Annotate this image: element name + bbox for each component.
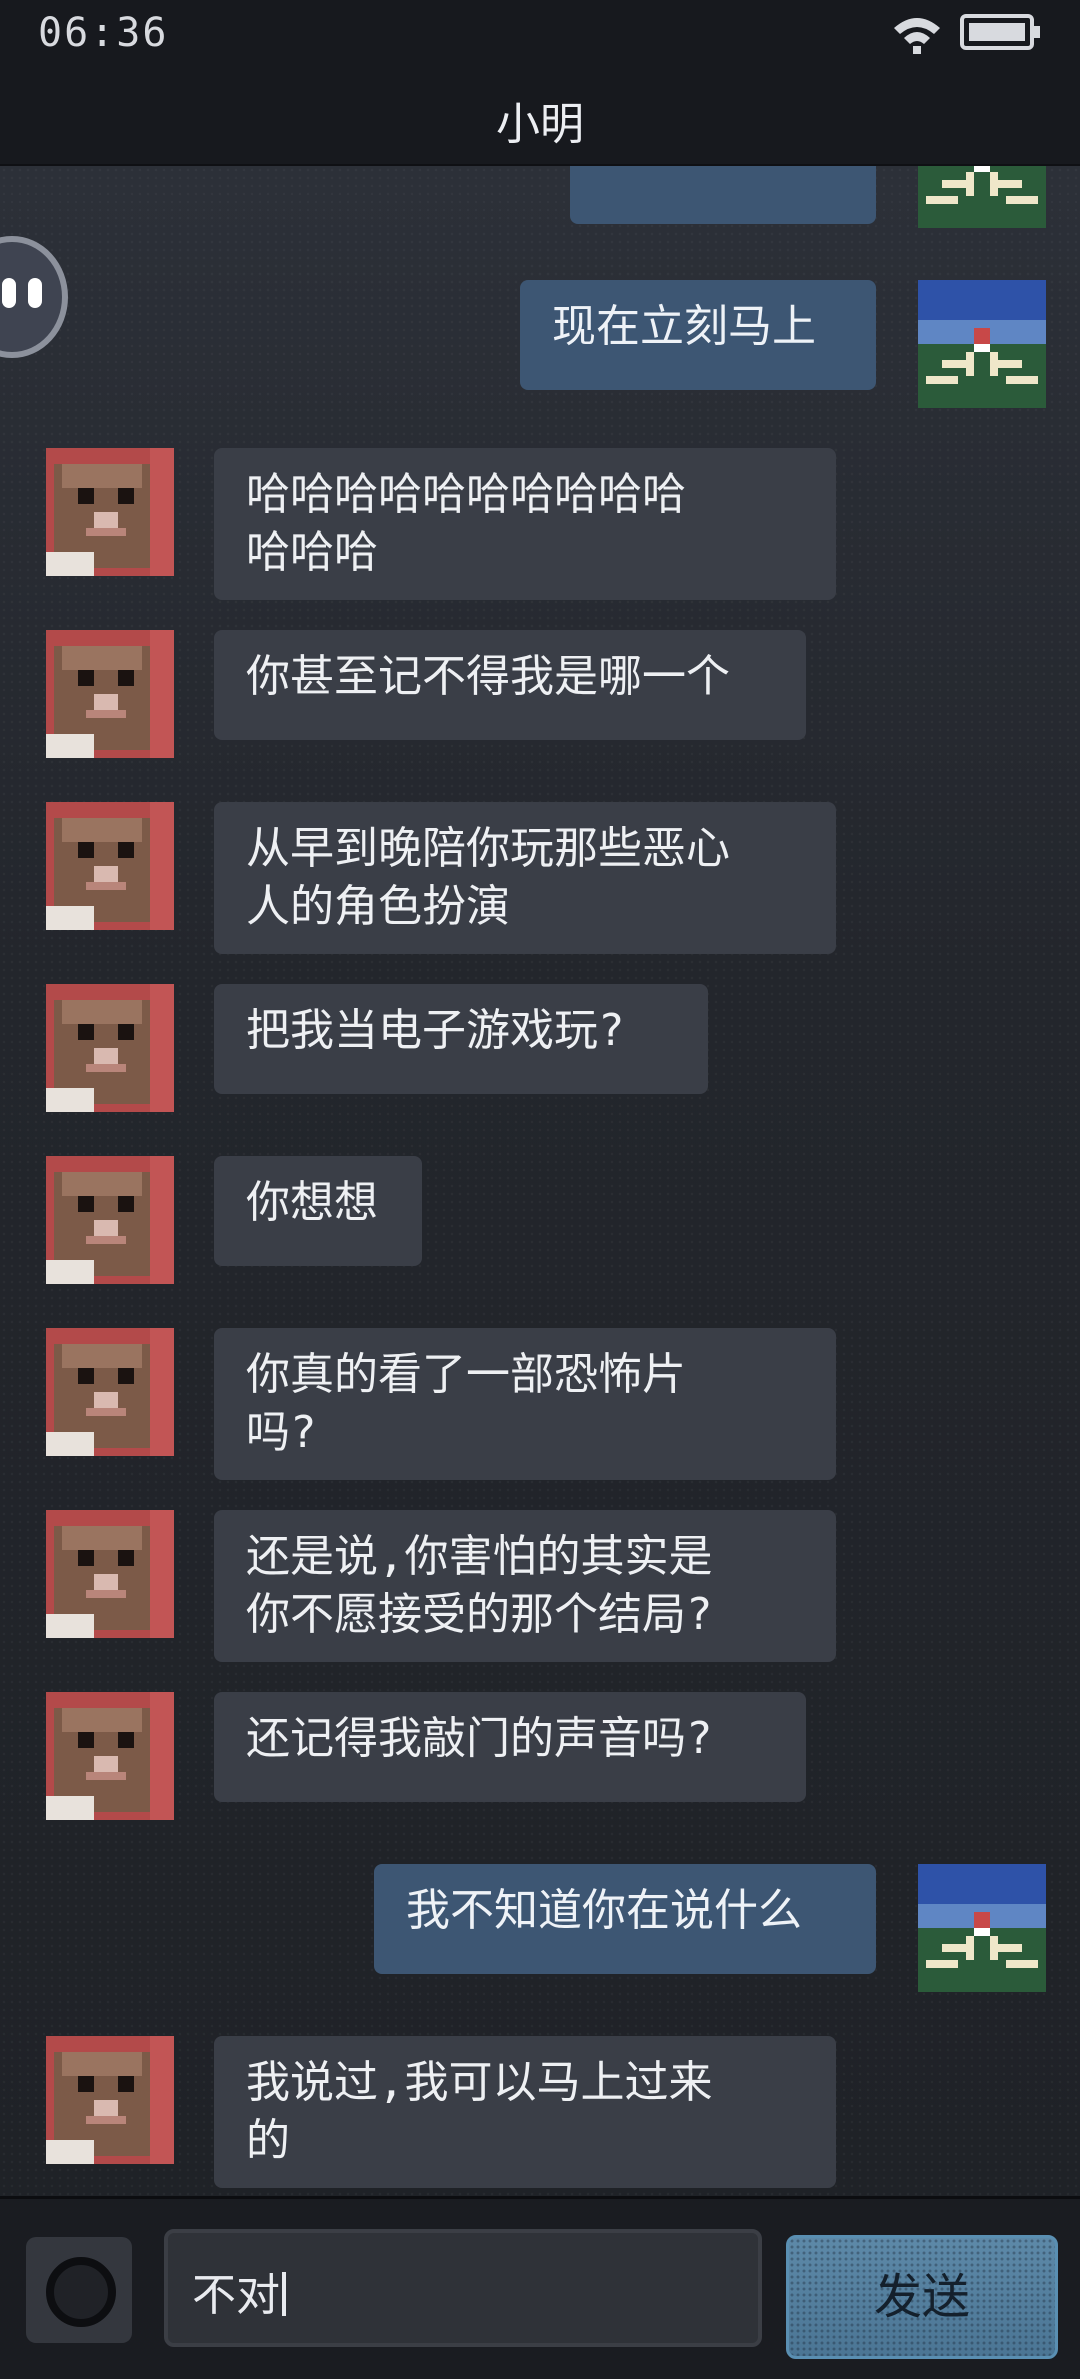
message-bubble[interactable]: 你甚至记不得我是哪一个 [214, 630, 806, 740]
camera-button[interactable] [26, 2237, 132, 2343]
message-bubble[interactable]: 哈哈哈哈哈哈哈哈哈哈 哈哈哈 [214, 448, 836, 600]
input-bar: 不对 发送 [0, 2196, 1080, 2379]
contact-avatar[interactable] [46, 984, 174, 1112]
message-bubble[interactable]: 我不知道你在说什么 [374, 1864, 876, 1974]
message-bubble[interactable]: 现在立刻马上 [520, 280, 876, 390]
message-list[interactable]: 请断开链接现在立刻马上哈哈哈哈哈哈哈哈哈哈 哈哈哈你甚至记不得我是哪一个从早到晚… [0, 166, 1080, 2196]
message-bubble[interactable]: 还记得我敲门的声音吗? [214, 1692, 806, 1802]
message-input[interactable]: 不对 [164, 2229, 762, 2347]
message-input-text: 不对 [192, 2270, 280, 2321]
message-bubble[interactable]: 把我当电子游戏玩? [214, 984, 708, 1094]
user-avatar[interactable] [918, 166, 1046, 228]
message-bubble[interactable]: 还是说,你害怕的其实是 你不愿接受的那个结局? [214, 1510, 836, 1662]
contact-avatar[interactable] [46, 1510, 174, 1638]
battery-icon [960, 12, 1042, 52]
text-caret [282, 2272, 286, 2316]
contact-avatar[interactable] [46, 1156, 174, 1284]
message-bubble[interactable]: 你真的看了一部恐怖片 吗? [214, 1328, 836, 1480]
status-time: 06:36 [38, 10, 169, 56]
chat-header: 小明 [0, 78, 1080, 166]
message-bubble[interactable]: 请断开链接 [570, 166, 876, 224]
send-button[interactable]: 发送 [786, 2235, 1058, 2359]
contact-avatar[interactable] [46, 1692, 174, 1820]
contact-avatar[interactable] [46, 630, 174, 758]
user-avatar[interactable] [918, 1864, 1046, 1992]
wifi-icon [890, 14, 944, 54]
message-bubble[interactable]: 从早到晚陪你玩那些恶心 人的角色扮演 [214, 802, 836, 954]
contact-avatar[interactable] [46, 2036, 174, 2164]
robot-face-icon[interactable] [0, 236, 68, 358]
contact-avatar[interactable] [46, 1328, 174, 1456]
message-bubble[interactable]: 你想想 [214, 1156, 422, 1266]
camera-icon [46, 2257, 116, 2327]
contact-avatar[interactable] [46, 448, 174, 576]
user-avatar[interactable] [918, 280, 1046, 408]
chat-title: 小明 [496, 99, 584, 150]
message-bubble[interactable]: 我说过,我可以马上过来 的 [214, 2036, 836, 2188]
status-bar: 06:36 [0, 0, 1080, 78]
contact-avatar[interactable] [46, 802, 174, 930]
